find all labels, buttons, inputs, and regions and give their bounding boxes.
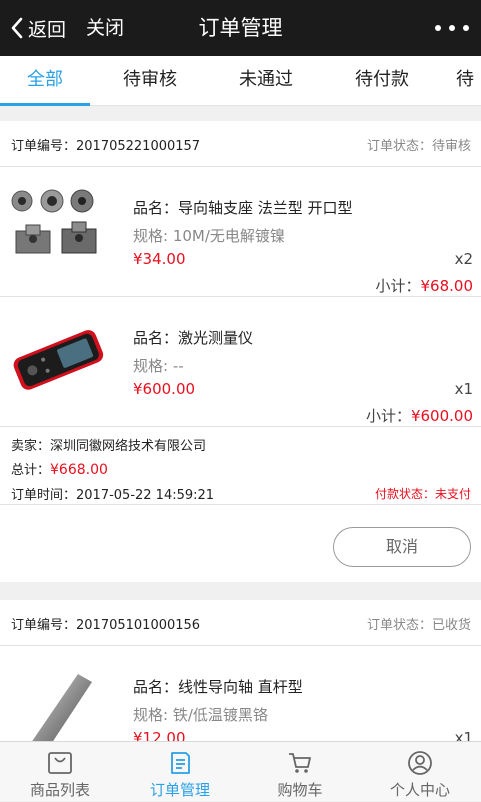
shaft-support-product-image: [11, 189, 97, 254]
nav-product-list[interactable]: 商品列表: [0, 742, 120, 802]
order-card: 订单编号：201705101000156 订单状态：已收货 品名：线性导向轴 直…: [0, 600, 481, 741]
linear-shaft-product-image: [32, 674, 92, 741]
back-label: 返回: [28, 18, 67, 41]
seller-name: 卖家：深圳同徽网络技术有限公司: [11, 439, 207, 454]
product-quantity: x1: [454, 380, 473, 398]
product-price: ¥600.00: [133, 380, 196, 398]
product-quantity: x2: [454, 250, 473, 268]
chevron-left-icon: [11, 17, 23, 39]
order-time: 订单时间：2017-05-22 14:59:21: [11, 488, 215, 503]
cancel-order-button[interactable]: 取消: [333, 527, 471, 567]
order-actions: 取消: [0, 512, 481, 578]
product-subtotal: 小计：¥600.00: [365, 407, 473, 425]
tab-rejected[interactable]: 未通过: [216, 56, 316, 105]
order-header: 订单编号：201705101000156 订单状态：已收货: [0, 600, 481, 646]
order-total: 总计：¥668.00: [11, 462, 108, 478]
order-number: 订单编号：201705101000156: [11, 618, 201, 633]
order-number: 订单编号：201705221000157: [11, 139, 201, 154]
product-price: ¥12.00: [133, 729, 186, 741]
product-spec: 规格: 铁/低温镀黑铬: [133, 706, 268, 724]
order-status: 订单状态：已收货: [366, 618, 471, 633]
nav-label: 商品列表: [29, 781, 90, 799]
order-summary: 卖家：深圳同徽网络技术有限公司 总计：¥668.00 订单时间：2017-05-…: [0, 427, 481, 505]
nav-user-center[interactable]: 个人中心: [360, 742, 480, 802]
product-price: ¥34.00: [133, 250, 186, 268]
product-name: 品名：线性导向轴 直杆型: [133, 678, 303, 696]
product-spec: 规格: --: [133, 357, 184, 375]
product-row[interactable]: 品名：激光测量仪 规格: -- ¥600.00 x1 小计：¥600.00: [0, 297, 481, 427]
tab-pending-review[interactable]: 待审核: [100, 56, 200, 105]
active-tab-indicator: [0, 103, 90, 106]
top-navigation-bar: 返回 关闭 订单管理: [0, 0, 481, 56]
bottom-tab-bar: 商品列表 订单管理 购物车 个人中心: [0, 741, 481, 801]
order-header: 订单编号：201705221000157 订单状态：待审核: [0, 121, 481, 167]
back-button[interactable]: 返回: [10, 14, 66, 42]
nav-label: 购物车: [277, 781, 323, 799]
product-row[interactable]: 品名：导向轴支座 法兰型 开口型 规格: 10M/无电解镀镍 ¥34.00 x2…: [0, 167, 481, 297]
product-name: 品名：导向轴支座 法兰型 开口型: [133, 199, 353, 217]
product-spec: 规格: 10M/无电解镀镍: [133, 227, 285, 245]
more-menu-button[interactable]: [435, 20, 469, 36]
product-quantity: x1: [454, 729, 473, 741]
laser-meter-product-image: [13, 330, 104, 390]
order-status-tabs: 全部 待审核 未通过 待付款 待: [0, 56, 481, 106]
nav-label: 订单管理: [149, 781, 210, 799]
product-name: 品名：激光测量仪: [133, 329, 254, 347]
nav-order-management[interactable]: 订单管理: [120, 742, 240, 802]
tab-pending-payment[interactable]: 待付款: [332, 56, 432, 105]
product-subtotal: 小计：¥68.00: [375, 277, 473, 295]
close-button[interactable]: 关闭: [86, 14, 124, 42]
order-card: 订单编号：201705221000157 订单状态：待审核 品名：导向轴支座 法…: [0, 121, 481, 582]
payment-status: 付款状态：未支付: [374, 487, 471, 501]
bag-icon: [48, 752, 72, 774]
order-document-icon: [171, 752, 190, 774]
cart-icon: [289, 753, 311, 773]
product-row[interactable]: 品名：线性导向轴 直杆型 规格: 铁/低温镀黑铬 ¥12.00 x1: [0, 646, 481, 741]
tab-partial[interactable]: 待: [440, 56, 481, 105]
nav-label: 个人中心: [389, 781, 450, 799]
user-circle-icon: [408, 751, 432, 775]
order-list[interactable]: 订单编号：201705221000157 订单状态：待审核 品名：导向轴支座 法…: [0, 107, 481, 741]
page-title: 订单管理: [198, 16, 283, 40]
order-status: 订单状态：待审核: [366, 139, 471, 154]
tab-all[interactable]: 全部: [0, 56, 95, 105]
more-dots-icon: [435, 25, 441, 31]
nav-cart[interactable]: 购物车: [240, 742, 360, 802]
